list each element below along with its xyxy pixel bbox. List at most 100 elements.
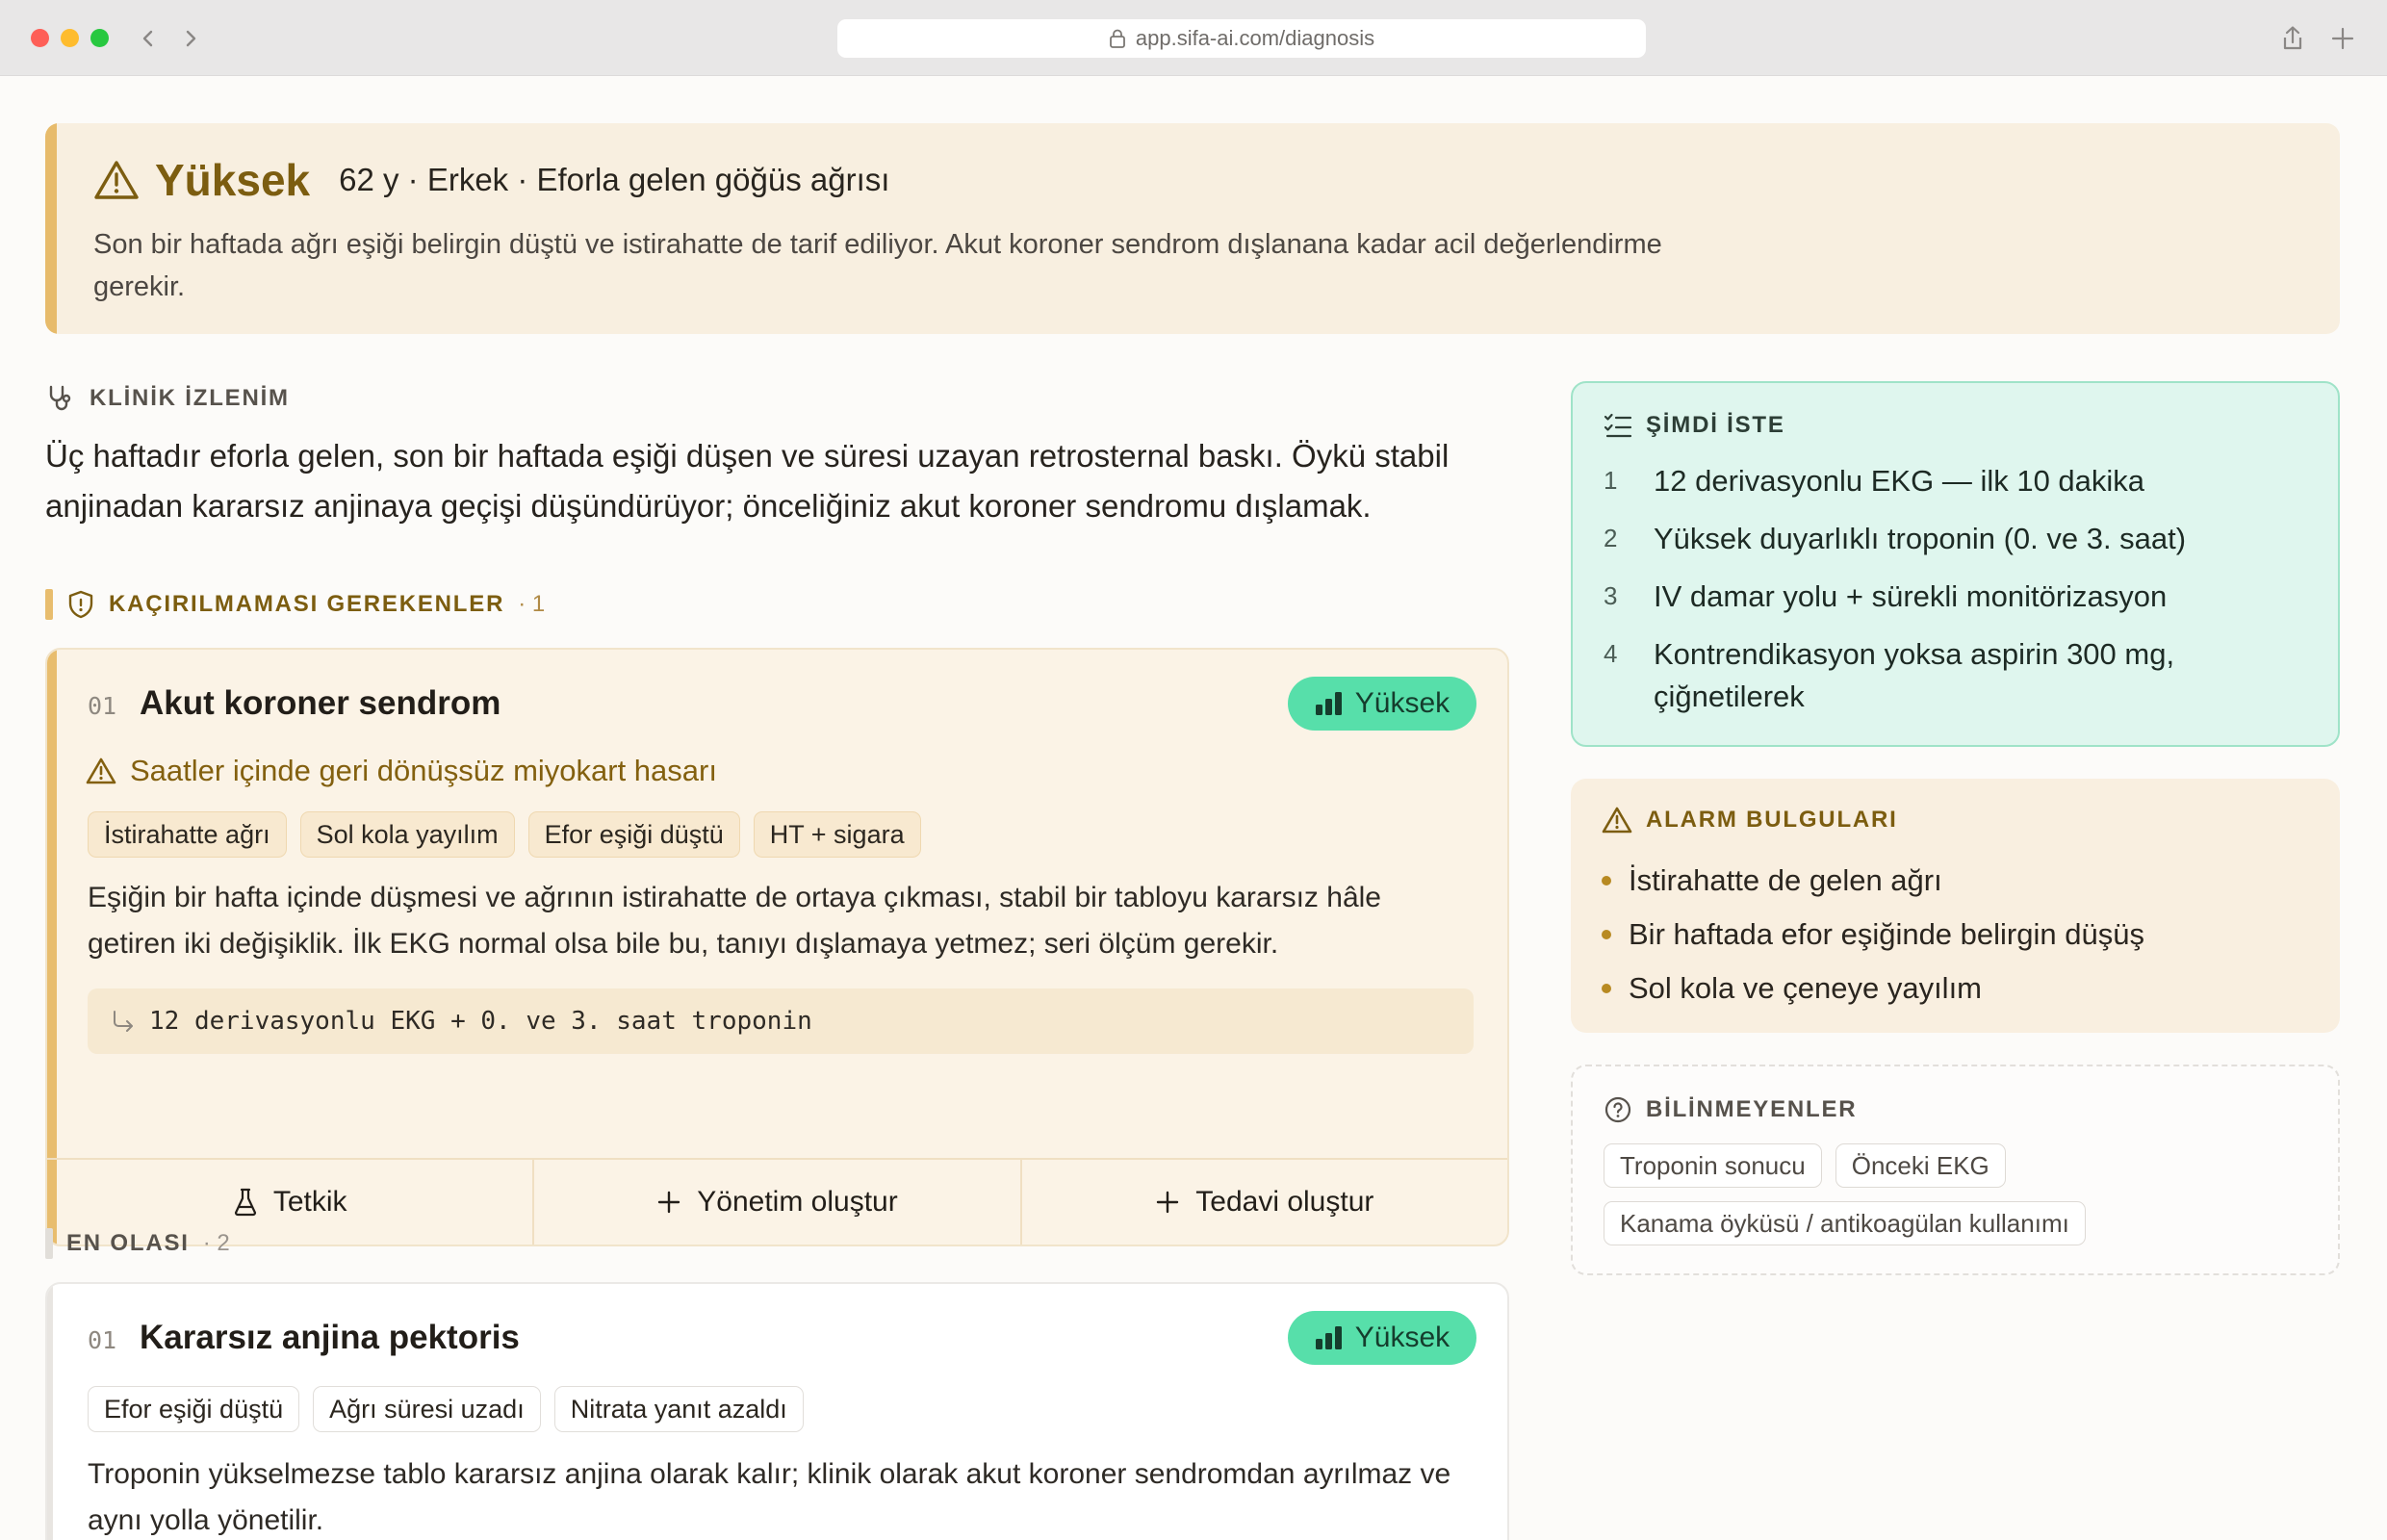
url-text: app.sifa-ai.com/diagnosis xyxy=(1135,26,1375,50)
order-item-text: Yüksek duyarlıklı troponin (0. ve 3. saa… xyxy=(1654,522,2187,555)
order-item-number: 3 xyxy=(1604,581,1618,610)
order-item: 3 IV damar yolu + sürekli monitörizasyon xyxy=(1604,576,2306,618)
recommended-test-text: 12 derivasyonlu EKG + 0. ve 3. saat trop… xyxy=(149,1007,812,1036)
order-item-text: Kontrendikasyon yoksa aspirin 300 mg, çi… xyxy=(1654,637,2175,713)
warning-icon xyxy=(1602,806,1632,834)
card-description: Eşiğin bir hafta içinde düşmesi ve ağrın… xyxy=(88,882,1381,960)
warning-icon xyxy=(86,757,116,785)
impression-heading-text: KLİNİK İZLENİM xyxy=(90,385,290,411)
order-list: 1 12 derivasyonlu EKG — ilk 10 dakika 2 Yü… xyxy=(1604,460,2306,733)
signal-bars-icon xyxy=(1315,1325,1344,1350)
stethoscope-icon xyxy=(45,383,76,414)
question-circle-icon xyxy=(1604,1095,1632,1124)
forward-icon[interactable] xyxy=(177,25,204,52)
risk-warning-text: Saatler içinde geri dönüşsüz miyokart ha… xyxy=(130,754,717,787)
bullet-dot xyxy=(1602,984,1611,993)
finding-tag: Sol kola yayılım xyxy=(299,811,515,858)
test-button-label: Tetkik xyxy=(272,1186,347,1218)
plus-icon xyxy=(1155,1190,1180,1215)
alarm-item: İstirahatte de gelen ağrı xyxy=(1602,854,2144,908)
alarm-item: Bir haftada efor eşiğinde belirgin düşüş xyxy=(1602,908,2144,962)
diagnosis-card-unstable-angina: 01 Kararsız anjina pektoris Yüksek Efor … xyxy=(45,1282,1509,1540)
impression-heading: KLİNİK İZLENİM xyxy=(45,383,290,414)
alarm-findings-panel: ALARM BULGULARI İstirahatte de gelen ağr… xyxy=(1571,779,2340,1033)
signal-bars-icon xyxy=(1315,691,1344,716)
unknowns-panel: BİLİNMEYENLER Troponin sonucu Önceki EKG… xyxy=(1571,1065,2340,1275)
must-not-miss-heading-text: KAÇIRILMAMASI GEREKENLER xyxy=(109,591,505,617)
alarm-item-text: Sol kola ve çeneye yayılım xyxy=(1629,971,1983,1005)
finding-tags: Efor eşiği düştü Ağrı süresi uzadı Nitra… xyxy=(88,1386,804,1432)
most-likely-heading-text: EN OLASI xyxy=(66,1230,190,1256)
shield-icon xyxy=(66,589,95,620)
unknown-chip: Kanama öyküsü / antikoagülan kullanımı xyxy=(1604,1201,2086,1245)
card-accent-bar xyxy=(47,650,57,1245)
most-likely-count: · 2 xyxy=(202,1230,230,1256)
create-management-label: Yönetim oluştur xyxy=(697,1186,898,1218)
card-description: Troponin yükselmezse tablo kararsız anji… xyxy=(88,1458,1451,1536)
order-item-number: 2 xyxy=(1604,524,1618,552)
likelihood-badge: Yüksek xyxy=(1288,677,1476,731)
finding-tag: İstirahatte ağrı xyxy=(88,811,287,858)
diagnosis-card-acs: 01 Akut koroner sendrom Yüksek Saatler i… xyxy=(45,648,1509,1246)
close-window-button[interactable] xyxy=(31,29,49,47)
unknowns-heading: BİLİNMEYENLER xyxy=(1604,1095,1857,1124)
new-tab-icon[interactable] xyxy=(2327,23,2358,54)
finding-tags: İstirahatte ağrı Sol kola yayılım Efor e… xyxy=(88,811,921,858)
finding-tag: Ağrı süresi uzadı xyxy=(313,1386,541,1432)
unknown-chip: Önceki EKG xyxy=(1835,1143,2006,1188)
address-bar[interactable]: app.sifa-ai.com/diagnosis xyxy=(837,19,1646,58)
alert-message: Son bir haftada ağrı eşiği belirgin düşt… xyxy=(93,229,1662,302)
alarm-heading-text: ALARM BULGULARI xyxy=(1646,807,1898,833)
bullet-dot xyxy=(1602,930,1611,939)
order-item-text: IV damar yolu + sürekli monitörizasyon xyxy=(1654,579,2168,613)
card-number: 01 xyxy=(88,1326,117,1354)
order-item: 2 Yüksek duyarlıklı troponin (0. ve 3. sa… xyxy=(1604,518,2306,560)
unknowns-list: Troponin sonucu Önceki EKG Kanama öyküsü… xyxy=(1604,1143,2316,1245)
alert-accent-bar xyxy=(45,123,57,334)
warning-icon xyxy=(93,159,140,201)
alarm-item-text: Bir haftada efor eşiğinde belirgin düşüş xyxy=(1629,917,2144,951)
create-management-button[interactable]: Yönetim oluştur xyxy=(534,1160,1022,1245)
back-icon[interactable] xyxy=(135,25,162,52)
order-item: 4 Kontrendikasyon yoksa aspirin 300 mg, ç… xyxy=(1604,633,2306,718)
plus-icon xyxy=(656,1190,681,1215)
unknowns-heading-text: BİLİNMEYENLER xyxy=(1646,1096,1858,1122)
card-number: 01 xyxy=(88,692,117,720)
minimize-window-button[interactable] xyxy=(61,29,79,47)
must-not-miss-heading: KAÇIRILMAMASI GEREKENLER · 1 xyxy=(45,589,545,620)
triage-alert: Yüksek 62 y · Erkek · Eforla gelen göğüs… xyxy=(45,123,2340,334)
risk-warning: Saatler içinde geri dönüşsüz miyokart ha… xyxy=(86,754,717,788)
maximize-window-button[interactable] xyxy=(90,29,109,47)
card-title: Kararsız anjina pektoris xyxy=(140,1319,520,1356)
order-item-text: 12 derivasyonlu EKG — ilk 10 dakika xyxy=(1654,464,2145,498)
create-treatment-button[interactable]: Tedavi oluştur xyxy=(1022,1160,1507,1245)
alarm-list: İstirahatte de gelen ağrı Bir haftada ef… xyxy=(1602,854,2144,1015)
finding-tag: Efor eşiği düştü xyxy=(88,1386,300,1432)
order-item-number: 1 xyxy=(1604,466,1618,495)
bullet-dot xyxy=(1602,876,1611,886)
must-not-miss-count: · 1 xyxy=(518,591,546,617)
unknown-chip: Troponin sonucu xyxy=(1604,1143,1822,1188)
card-accent-bar xyxy=(47,1284,53,1540)
order-now-panel: ŞİMDİ İSTE 1 12 derivasyonlu EKG — ilk 10… xyxy=(1571,381,2340,747)
lock-icon xyxy=(1109,29,1126,48)
card-title: Akut koroner sendrom xyxy=(140,684,501,722)
finding-tag: Nitrata yanıt azaldı xyxy=(553,1386,804,1432)
share-icon[interactable] xyxy=(2277,23,2308,54)
order-now-heading-text: ŞİMDİ İSTE xyxy=(1646,412,1785,438)
section-accent-bar xyxy=(45,1228,53,1259)
card-actions: Tetkik Yönetim oluştur Tedavi oluştur xyxy=(47,1158,1507,1245)
most-likely-heading: EN OLASI · 2 xyxy=(45,1228,230,1259)
checklist-icon xyxy=(1604,412,1632,439)
alarm-item: Sol kola ve çeneye yayılım xyxy=(1602,962,2144,1015)
finding-tag: HT + sigara xyxy=(753,811,921,858)
create-treatment-label: Tedavi oluştur xyxy=(1195,1186,1374,1218)
diagnosis-page: Yüksek 62 y · Erkek · Eforla gelen göğüs… xyxy=(0,77,2387,1540)
alarm-heading: ALARM BULGULARI xyxy=(1602,806,1898,834)
flask-icon xyxy=(233,1188,258,1217)
likelihood-label: Yüksek xyxy=(1354,1322,1450,1353)
section-accent-bar xyxy=(45,589,53,620)
impression-text: Üç haftadır eforla gelen, son bir haftad… xyxy=(45,438,1450,524)
finding-tag: Efor eşiği düştü xyxy=(527,811,740,858)
order-now-heading: ŞİMDİ İSTE xyxy=(1604,412,1785,439)
